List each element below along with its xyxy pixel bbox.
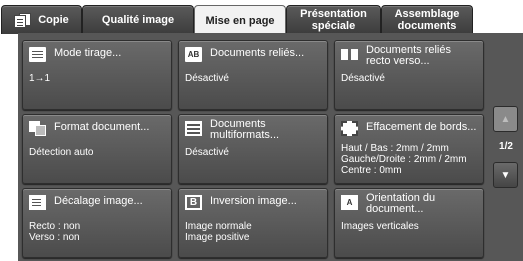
tab-label: Mise en page [205,14,275,27]
copy-icon [14,13,32,28]
scroll-up-button[interactable]: ▲ [493,106,518,132]
page-indicator: 1/2 [499,141,513,152]
feature-value: Images verticales [341,221,419,232]
mixed-size-icon [185,121,202,136]
decalage-image-button[interactable]: Décalage image... Recto : non Verso : no… [22,188,172,258]
effacement-de-bords-button[interactable]: Effacement de bords... Haut / Bas : 2mm … [334,114,484,184]
feature-value: Désactivé [185,147,229,158]
tab-qualite-image[interactable]: Qualité image [82,5,194,34]
orientation-document-button[interactable]: A Orientation du document... Images verti… [334,188,484,258]
bound-documents-icon: AB [185,47,202,62]
format-document-button[interactable]: Format document... Détection auto [22,114,172,184]
tab-assemblage-documents[interactable]: Assemblage documents [381,5,473,34]
feature-value: Désactivé [185,73,229,84]
tab-presentation-speciale[interactable]: Présentation spéciale [286,5,381,34]
feature-value: Recto : non Verso : non [29,221,81,243]
mode-tirage-button[interactable]: Mode tirage... 1→1 [22,40,172,110]
feature-value: 1→1 [29,73,51,84]
scroll-down-button[interactable]: ▼ [493,162,518,188]
feature-title: Effacement de bords... [366,121,477,133]
orientation-icon: A [341,195,358,210]
feature-title: Documents reliés... [210,47,305,59]
feature-value: Haut / Bas : 2mm / 2mm Gauche/Droite : 2… [341,143,467,176]
documents-multiformats-button[interactable]: Documents multiformats... Désactivé [178,114,328,184]
tab-bar: Copie Qualité image Mise en page Présent… [0,0,523,35]
feature-value: Désactivé [341,73,385,84]
documents-relies-recto-verso-button[interactable]: Documents reliés recto verso... Désactiv… [334,40,484,110]
documents-relies-button[interactable]: AB Documents reliés... Désactivé [178,40,328,110]
tab-label: Présentation spéciale [300,8,367,32]
arrow-up-icon: ▲ [500,113,511,125]
feature-title: Orientation du document... [366,192,436,215]
tab-label: Qualité image [101,14,175,26]
tab-label: Assemblage documents [394,8,460,32]
feature-title: Mode tirage... [54,47,122,59]
image-shift-icon [29,195,46,210]
open-book-icon [341,47,358,62]
feature-value: Détection auto [29,147,94,158]
tab-copie[interactable]: Copie [1,5,82,34]
feature-title: Format document... [54,121,150,133]
document-icon [29,47,46,62]
tab-label: Copie [38,14,69,26]
feature-title: Documents reliés recto verso... [366,44,451,67]
inversion-image-button[interactable]: B Inversion image... Image normale Image … [178,188,328,258]
feature-title: Documents multiformats... [210,118,280,141]
tab-mise-en-page[interactable]: Mise en page [194,5,286,35]
document-size-icon [29,121,46,136]
edge-erase-icon [341,121,358,136]
feature-title: Inversion image... [210,195,297,207]
arrow-down-icon: ▼ [500,169,511,181]
invert-image-icon: B [185,195,202,210]
feature-value: Image normale Image positive [185,221,252,243]
feature-title: Décalage image... [54,195,143,207]
